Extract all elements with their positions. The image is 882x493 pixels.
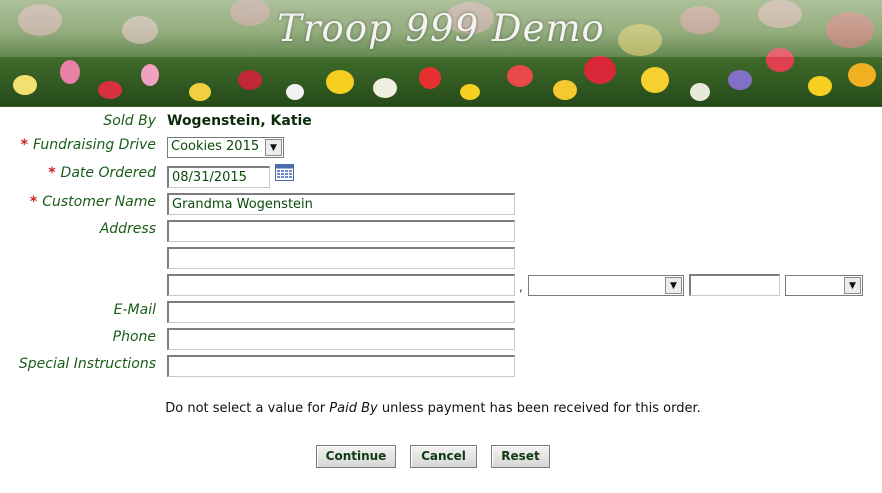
continue-button[interactable]: Continue — [316, 445, 396, 468]
phone-label: Phone — [112, 329, 156, 345]
fundraising-drive-select[interactable]: Cookies 2015 ▼ — [167, 137, 284, 158]
address-label: Address — [99, 221, 156, 237]
fundraising-drive-label: * Fundraising Drive — [20, 137, 156, 153]
required-marker: * — [29, 194, 38, 210]
date-ordered-label: * Date Ordered — [48, 165, 156, 181]
city-separator: , — [519, 280, 523, 294]
reset-button[interactable]: Reset — [491, 445, 550, 468]
payment-notice: Do not select a value for Paid By unless… — [165, 401, 701, 416]
required-marker: * — [48, 165, 56, 181]
fundraising-drive-selected: Cookies 2015 — [171, 139, 260, 154]
cancel-button[interactable]: Cancel — [410, 445, 477, 468]
email-input[interactable] — [167, 301, 515, 323]
address-line1-input[interactable] — [167, 220, 515, 242]
phone-input[interactable] — [167, 328, 515, 350]
address-line2-input[interactable] — [167, 247, 515, 269]
chevron-down-icon[interactable]: ▼ — [265, 139, 282, 156]
country-select[interactable]: ▼ — [785, 275, 863, 296]
calendar-icon[interactable] — [275, 164, 294, 181]
email-label: E-Mail — [113, 302, 156, 318]
header-banner: Troop 999 Demo — [0, 0, 882, 107]
chevron-down-icon[interactable]: ▼ — [844, 277, 861, 294]
sold-by-value: Wogenstein, Katie — [167, 113, 312, 129]
special-instructions-input[interactable] — [167, 355, 515, 377]
date-ordered-input[interactable]: 08/31/2015 — [167, 166, 270, 188]
site-title: Troop 999 Demo — [277, 7, 605, 50]
sold-by-label: Sold By — [103, 113, 156, 129]
required-marker: * — [20, 137, 28, 153]
chevron-down-icon[interactable]: ▼ — [665, 277, 682, 294]
zip-input[interactable] — [689, 274, 780, 296]
state-select[interactable]: ▼ — [528, 275, 684, 296]
city-input[interactable] — [167, 274, 515, 296]
special-instructions-label: Special Instructions — [18, 356, 156, 372]
customer-name-input[interactable]: Grandma Wogenstein — [167, 193, 515, 215]
customer-name-label: * Customer Name — [29, 194, 156, 210]
paid-by-emphasis: Paid By — [329, 401, 378, 416]
